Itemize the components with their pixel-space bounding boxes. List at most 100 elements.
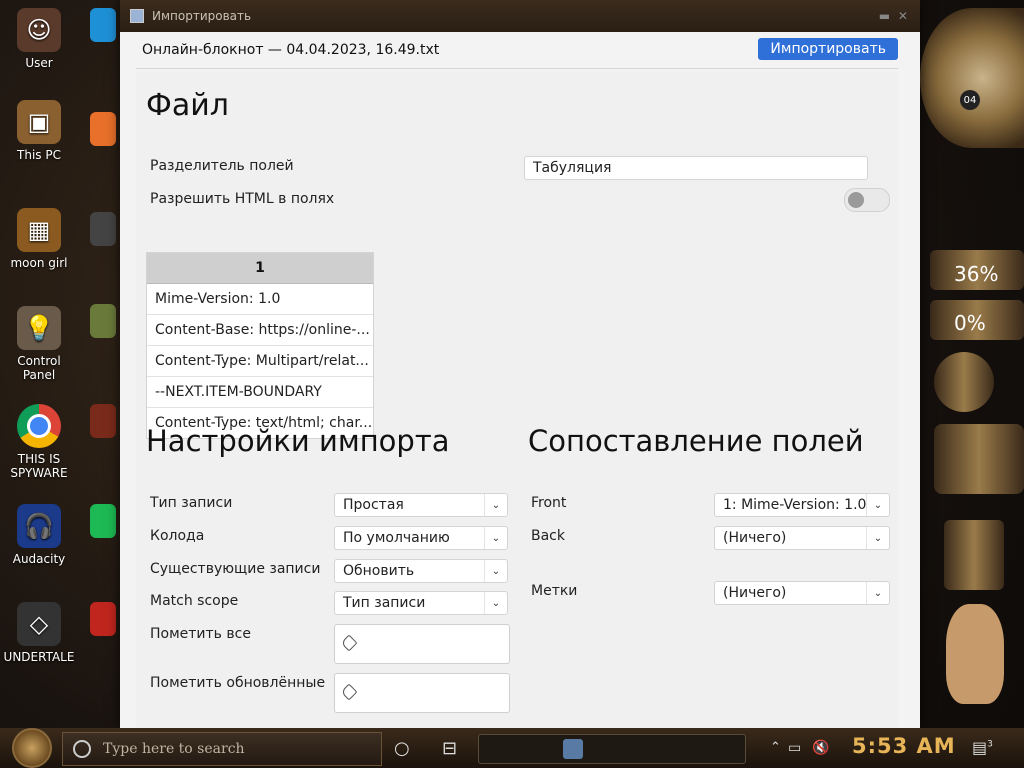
file-title: Онлайн-блокнот — 04.04.2023, 16.49.txt [142,42,440,58]
note-type-select[interactable]: Простая ⌄ [334,493,508,517]
file-preview-table: 1 Mime-Version: 1.0 Content-Base: https:… [146,252,374,439]
note-type-label: Тип записи [150,495,233,511]
chevron-down-icon: ⌄ [484,560,507,582]
deck-value: По умолчанию [343,530,450,546]
window-content: Онлайн-блокнот — 04.04.2023, 16.49.txt И… [120,32,920,728]
taskbar-clock[interactable]: 5:53 AM [852,734,956,758]
spotify-icon [90,504,116,538]
app-icon [90,304,116,338]
deck-label: Колода [150,528,205,544]
app-icon [130,9,144,23]
tag-all-input[interactable] [334,624,510,664]
import-settings-heading: Настройки импорта [146,424,450,458]
back-mapping-value: (Ничего) [723,530,787,546]
search-placeholder: Type here to search [103,741,245,757]
back-label: Back [531,528,565,544]
window-titlebar[interactable]: Импортировать ▬ ✕ [120,0,920,32]
steampunk-clock: 04 [920,8,1024,148]
notification-count: 3 [987,739,993,750]
app-icon [90,404,116,438]
desktop-icon-this-pc[interactable]: ▣ This PC [0,100,78,162]
match-scope-select[interactable]: Тип записи ⌄ [334,591,508,615]
desktop-icon-partial[interactable] [90,112,120,148]
import-button[interactable]: Импортировать [758,38,898,60]
chevron-up-icon[interactable]: ⌃ [770,740,781,755]
ram-gauge: 0% [954,311,986,335]
tag-icon [340,683,358,701]
desktop-icon-partial[interactable] [90,504,120,540]
search-icon [73,740,91,758]
file-section-heading: Файл [146,88,229,123]
back-mapping-select[interactable]: (Ничего) ⌄ [714,526,890,550]
desktop-icon-label: User [25,56,53,70]
desktop-icon-control-panel[interactable]: 💡 Control Panel [0,306,78,382]
clock-day: 04 [960,90,980,110]
match-scope-value: Тип записи [343,595,426,611]
desktop-icon-chrome[interactable]: THIS IS SPYWARE [0,404,78,480]
app-icon [90,212,116,246]
chevron-down-icon: ⌄ [484,592,507,614]
front-mapping-select[interactable]: 1: Mime-Version: 1.0 ⌄ [714,493,890,517]
tags-mapping-select[interactable]: (Ничего) ⌄ [714,581,890,605]
field-mapping-heading: Сопоставление полей [528,424,864,458]
desktop-icon-label: This PC [17,148,61,162]
preview-row: --NEXT.ITEM-BOUNDARY [147,377,373,408]
network-icon[interactable]: ▭ [788,740,801,756]
front-label: Front [531,495,567,511]
window-controls[interactable]: ▬ ✕ [879,9,910,23]
cortana-icon[interactable]: ○ [394,738,410,759]
existing-notes-label: Существующие записи [150,561,321,577]
desktop-icon-label: THIS IS SPYWARE [10,452,68,480]
app-icon [90,602,116,636]
desktop-icon-partial[interactable] [90,212,120,248]
task-view-icon[interactable]: ⊟ [442,738,457,759]
deck-select[interactable]: По умолчанию ⌄ [334,526,508,550]
running-app-icon[interactable] [563,739,583,759]
match-scope-label: Match scope [150,593,239,609]
volume-muted-icon[interactable]: 🔇 [812,740,829,756]
tag-icon [340,634,358,652]
decor-pipe [934,352,994,412]
taskbar: Type here to search ○ ⊟ ⌃ ▭ 🔇 5:53 AM ▤3 [0,728,1024,768]
desktop-icon-partial[interactable] [90,602,120,638]
preview-row: Content-Type: Multipart/relat... [147,346,373,377]
front-mapping-value: 1: Mime-Version: 1.0 [723,497,867,513]
field-separator-select[interactable]: Табуляция [524,156,868,180]
desktop-icon-audacity[interactable]: 🎧 Audacity [0,504,78,566]
chevron-down-icon: ⌄ [866,527,889,549]
tag-updated-label: Пометить обновлённые [150,675,326,691]
hamster-decor [946,604,1004,704]
lightbulb-icon: 💡 [17,306,61,350]
user-icon: ☺ [17,8,61,52]
note-type-value: Простая [343,497,404,513]
allow-html-toggle[interactable] [844,188,890,212]
preview-row: Mime-Version: 1.0 [147,284,373,315]
chevron-down-icon: ⌄ [484,527,507,549]
desktop-icon-partial[interactable] [90,404,120,440]
notifications-icon[interactable]: ▤3 [972,738,993,757]
preview-column-header: 1 [147,253,373,284]
desktop-icon-partial[interactable] [90,8,120,44]
desktop-icon-moon-girl[interactable]: ▦ moon girl [0,208,78,270]
desktop-icon-undertale[interactable]: ◇ UNDERTALE [0,602,78,664]
window-title: Импортировать [152,9,252,23]
import-options-panel: Файл Разделитель полей Табуляция Разреши… [136,72,898,728]
chrome-icon [17,404,61,448]
desktop-icon-label: Control Panel [17,354,61,382]
desktop-icon-user[interactable]: ☺ User [0,8,78,70]
start-button[interactable] [12,728,52,768]
chevron-down-icon: ⌄ [866,582,889,604]
chevron-down-icon: ⌄ [484,494,507,516]
chevron-down-icon: ⌄ [866,494,889,516]
cpu-gauge: 36% [954,262,999,286]
desktop-icon-label: UNDERTALE [3,650,75,664]
tag-all-label: Пометить все [150,626,251,642]
computer-icon: ▣ [17,100,61,144]
taskbar-search[interactable]: Type here to search [62,732,382,766]
desktop-icon-partial[interactable] [90,304,120,340]
tags-mapping-value: (Ничего) [723,585,787,601]
taskbar-apps [478,734,746,764]
tag-updated-input[interactable] [334,673,510,713]
toggle-knob [848,192,864,208]
existing-notes-select[interactable]: Обновить ⌄ [334,559,508,583]
